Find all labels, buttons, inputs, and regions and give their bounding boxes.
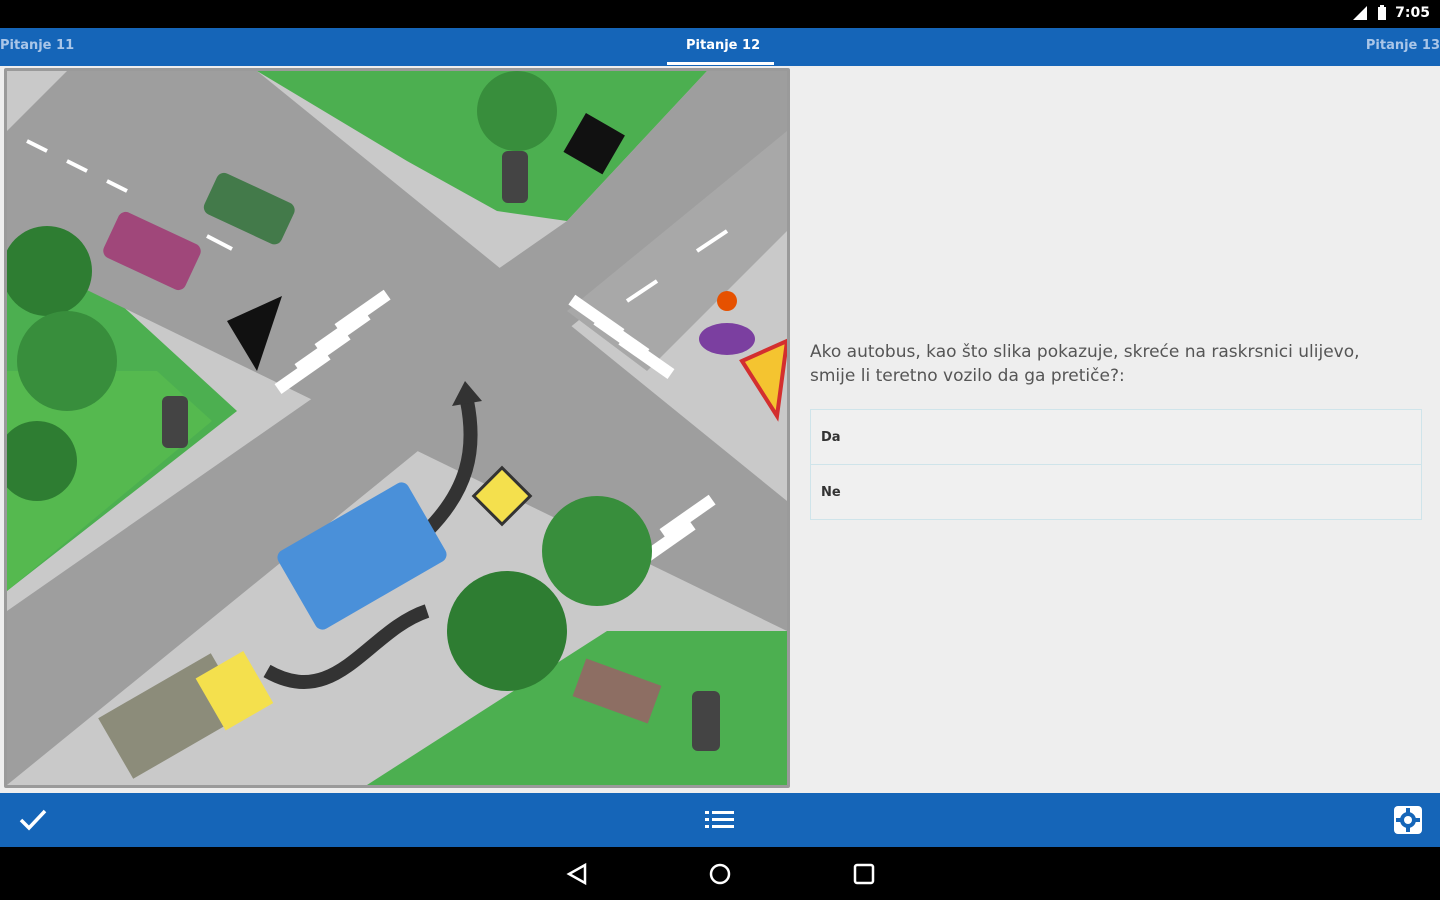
list-icon [705, 811, 734, 828]
recents-square-icon [853, 863, 875, 885]
nav-back-button[interactable] [565, 862, 589, 890]
nav-home-button[interactable] [708, 862, 732, 890]
tab-indicator [667, 62, 774, 65]
intersection-illustration [7, 71, 787, 785]
back-triangle-icon [566, 862, 587, 886]
signal-icon [1353, 6, 1368, 20]
question-tab-bar: Pitanje 11 Pitanje 12 Pitanje 13 [0, 28, 1440, 66]
tab-next-question[interactable]: Pitanje 13 [1366, 38, 1440, 53]
home-circle-icon [709, 863, 731, 885]
status-bar: 7:05 [0, 0, 1440, 28]
settings-button[interactable] [1392, 804, 1424, 840]
tab-current-question[interactable]: Pitanje 12 [686, 38, 760, 53]
battery-icon [1378, 5, 1387, 20]
tab-previous-question[interactable]: Pitanje 11 [0, 38, 74, 53]
status-time: 7:05 [1395, 5, 1430, 21]
question-image-frame [4, 68, 790, 788]
question-text: Ako autobus, kao što slika pokazuje, skr… [810, 342, 1360, 386]
system-navigation-bar [0, 847, 1440, 900]
nav-recents-button[interactable] [852, 862, 876, 890]
check-icon [19, 809, 47, 831]
answer-option-da[interactable]: Da [810, 409, 1422, 465]
answer-list: Da Ne [810, 409, 1422, 520]
status-icons: 7:05 [1351, 5, 1430, 21]
bottom-action-bar [0, 793, 1440, 847]
confirm-button[interactable] [18, 806, 48, 838]
gear-icon [1394, 806, 1422, 834]
question-list-button[interactable] [705, 808, 735, 836]
answer-option-ne[interactable]: Ne [810, 465, 1422, 520]
